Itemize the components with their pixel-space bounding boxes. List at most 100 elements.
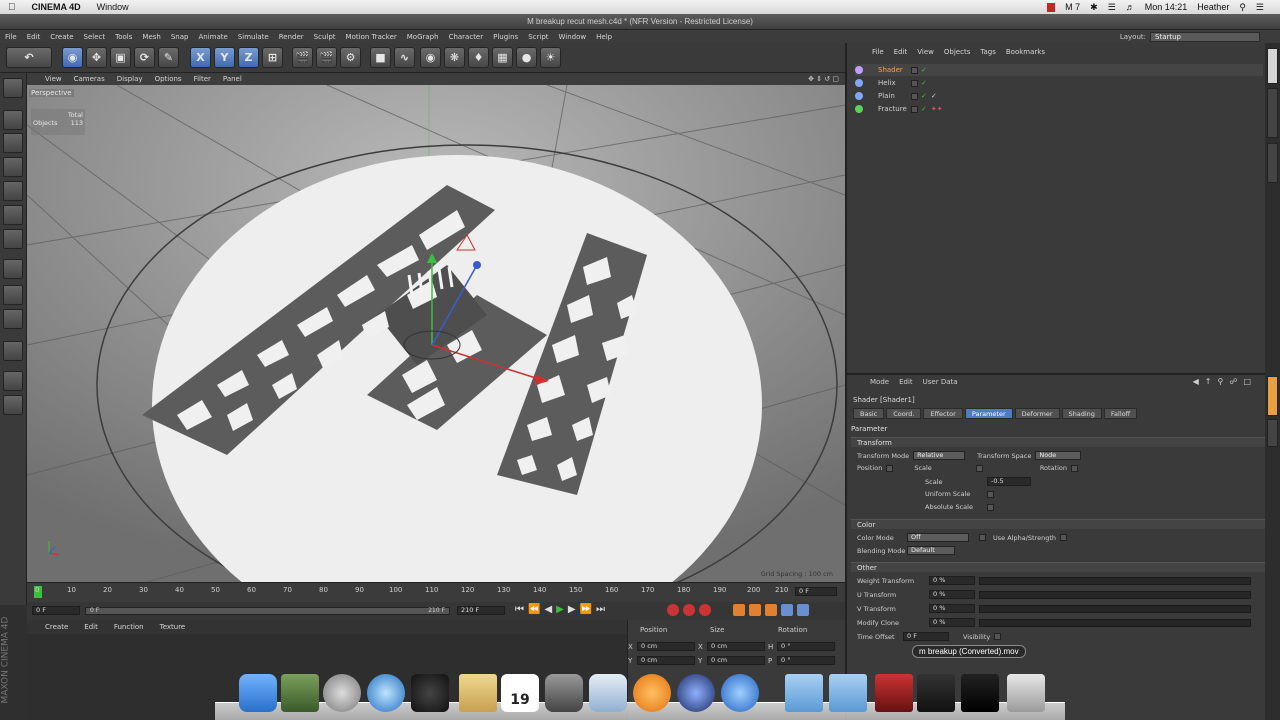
menu-mograph[interactable]: MoGraph <box>402 33 444 41</box>
blending-mode-dropdown[interactable]: Default <box>907 546 955 555</box>
3d-viewport[interactable]: Perspective Total Objects 113 Grid Spaci… <box>27 85 845 582</box>
go-to-start-button[interactable]: ⏮ <box>515 604 524 615</box>
system-preferences-icon[interactable] <box>545 674 583 712</box>
user-name[interactable]: Heather <box>1197 2 1229 12</box>
new-panel-icon[interactable]: □ <box>1243 377 1251 386</box>
u-transform-slider[interactable] <box>979 590 1251 599</box>
viewport-menu-display[interactable]: Display <box>111 75 149 83</box>
texture-mode-button[interactable] <box>3 133 23 153</box>
back-arrow-icon[interactable]: ◀ <box>1193 377 1199 386</box>
menu-simulate[interactable]: Simulate <box>233 33 274 41</box>
previous-frame-button[interactable]: ◀ <box>544 604 552 615</box>
key-pla-button[interactable] <box>797 604 809 616</box>
viewport-camera-label[interactable]: Perspective <box>29 89 74 97</box>
v-transform-slider[interactable] <box>979 604 1251 613</box>
material-menu-texture[interactable]: Texture <box>152 623 194 631</box>
content-browser-tab[interactable] <box>1267 88 1278 138</box>
menu-render[interactable]: Render <box>274 33 309 41</box>
visibility-toggle[interactable] <box>911 66 918 74</box>
modify-clone-slider[interactable] <box>979 618 1251 627</box>
menu-animate[interactable]: Animate <box>193 33 232 41</box>
previous-key-button[interactable]: ⏪ <box>528 604 540 615</box>
layers-tab[interactable] <box>1267 419 1278 447</box>
material-menu-create[interactable]: Create <box>37 623 76 631</box>
position-y-field[interactable]: 0 cm <box>637 656 695 665</box>
object-name[interactable]: Plain <box>866 92 911 100</box>
workplane-button[interactable] <box>3 157 23 177</box>
attributes-tab[interactable] <box>1267 376 1278 416</box>
planar-workplane-button[interactable] <box>3 395 23 415</box>
enabled-check-icon[interactable]: ✓ <box>921 105 927 113</box>
scale-checkbox[interactable] <box>975 464 983 472</box>
position-x-field[interactable]: 0 cm <box>637 642 695 651</box>
y-axis-lock[interactable]: Y <box>214 47 235 68</box>
am-menu-mode[interactable]: Mode <box>865 378 894 386</box>
polygons-mode-button[interactable] <box>3 229 23 249</box>
tab-shading[interactable]: Shading <box>1061 408 1102 419</box>
tab-basic[interactable]: Basic <box>853 408 885 419</box>
notes-icon[interactable] <box>459 674 497 712</box>
key-scale-button[interactable] <box>749 604 761 616</box>
undo-button[interactable]: ↶ <box>6 47 52 68</box>
coordinate-system-button[interactable]: ⊞ <box>262 47 283 68</box>
enabled-check-icon[interactable]: ✓ <box>921 79 927 87</box>
transform-mode-dropdown[interactable]: Relative <box>913 451 966 460</box>
size-x-field[interactable]: 0 cm <box>707 642 765 651</box>
z-axis-lock[interactable]: Z <box>238 47 259 68</box>
visibility-checkbox[interactable] <box>994 633 1002 640</box>
screen-stack-icon[interactable] <box>917 674 955 712</box>
search-icon[interactable]: ⚲ <box>1217 377 1223 386</box>
section-color[interactable]: Color <box>851 519 1265 529</box>
video-stack-icon[interactable] <box>961 674 999 712</box>
subdivision-button[interactable]: ◉ <box>420 47 441 68</box>
menu-character[interactable]: Character <box>444 33 489 41</box>
viewport-nav-icons[interactable]: ✥ ⇕ ↺ ▢ <box>808 75 845 83</box>
viewport-menu-panel[interactable]: Panel <box>217 75 248 83</box>
quicktime-icon[interactable] <box>721 674 759 712</box>
menu-sculpt[interactable]: Sculpt <box>309 33 341 41</box>
snap-button[interactable] <box>3 309 23 329</box>
volume-icon[interactable]: ♬ <box>1126 2 1135 12</box>
key-parameter-button[interactable] <box>781 604 793 616</box>
scale-value-field[interactable]: -0.5 <box>987 477 1031 486</box>
u-transform-field[interactable]: 0 % <box>929 590 975 599</box>
key-position-button[interactable] <box>733 604 745 616</box>
objects-tab[interactable] <box>1267 48 1278 84</box>
om-menu-view[interactable]: View <box>912 48 939 60</box>
bluetooth-icon[interactable]: ✱ <box>1090 2 1098 13</box>
ibooks-icon[interactable] <box>633 674 671 712</box>
mac-app-name[interactable]: CINEMA 4D <box>24 2 89 12</box>
render-view-button[interactable]: 🎬 <box>292 47 313 68</box>
facetime-icon[interactable] <box>411 674 449 712</box>
section-transform[interactable]: Transform <box>851 437 1265 447</box>
object-row-shader[interactable]: Shader ✓ <box>855 64 1263 76</box>
object-name[interactable]: Shader <box>866 66 911 74</box>
light-button[interactable]: ☀ <box>540 47 561 68</box>
points-mode-button[interactable] <box>3 181 23 201</box>
use-alpha-checkbox-2[interactable] <box>1060 534 1067 541</box>
weight-transform-field[interactable]: 0 % <box>929 576 975 585</box>
spotlight-icon[interactable]: ⚲ <box>1239 2 1246 13</box>
folder-icon[interactable] <box>785 674 823 712</box>
viewport-menu-cameras[interactable]: Cameras <box>68 75 111 83</box>
object-row-helix[interactable]: Helix ✓ <box>855 77 1263 89</box>
cube-object-button[interactable]: ■ <box>370 47 391 68</box>
visibility-toggle[interactable] <box>911 105 918 113</box>
spline-pen-button[interactable]: ∿ <box>394 47 415 68</box>
object-row-fracture[interactable]: Fracture ✓ ✦ ✦ <box>855 103 1263 115</box>
camera-button[interactable]: ● <box>516 47 537 68</box>
object-name[interactable]: Helix <box>866 79 911 87</box>
end-frame-field[interactable]: 210 F <box>457 606 505 615</box>
menu-window[interactable]: Window <box>554 33 592 41</box>
record-status-icon[interactable] <box>1047 2 1056 12</box>
menu-motion-tracker[interactable]: Motion Tracker <box>341 33 402 41</box>
position-checkbox[interactable] <box>886 464 894 472</box>
layout-dropdown[interactable]: Startup <box>1150 31 1260 42</box>
enabled-check-icon[interactable]: ✓ <box>921 66 927 74</box>
menu-file[interactable]: File <box>0 33 22 41</box>
next-key-button[interactable]: ⏩ <box>580 604 592 615</box>
tab-deformer[interactable]: Deformer <box>1014 408 1060 419</box>
viewport-menu-options[interactable]: Options <box>149 75 188 83</box>
current-frame-field[interactable]: 0 F <box>795 587 837 596</box>
menu-plugins[interactable]: Plugins <box>488 33 523 41</box>
